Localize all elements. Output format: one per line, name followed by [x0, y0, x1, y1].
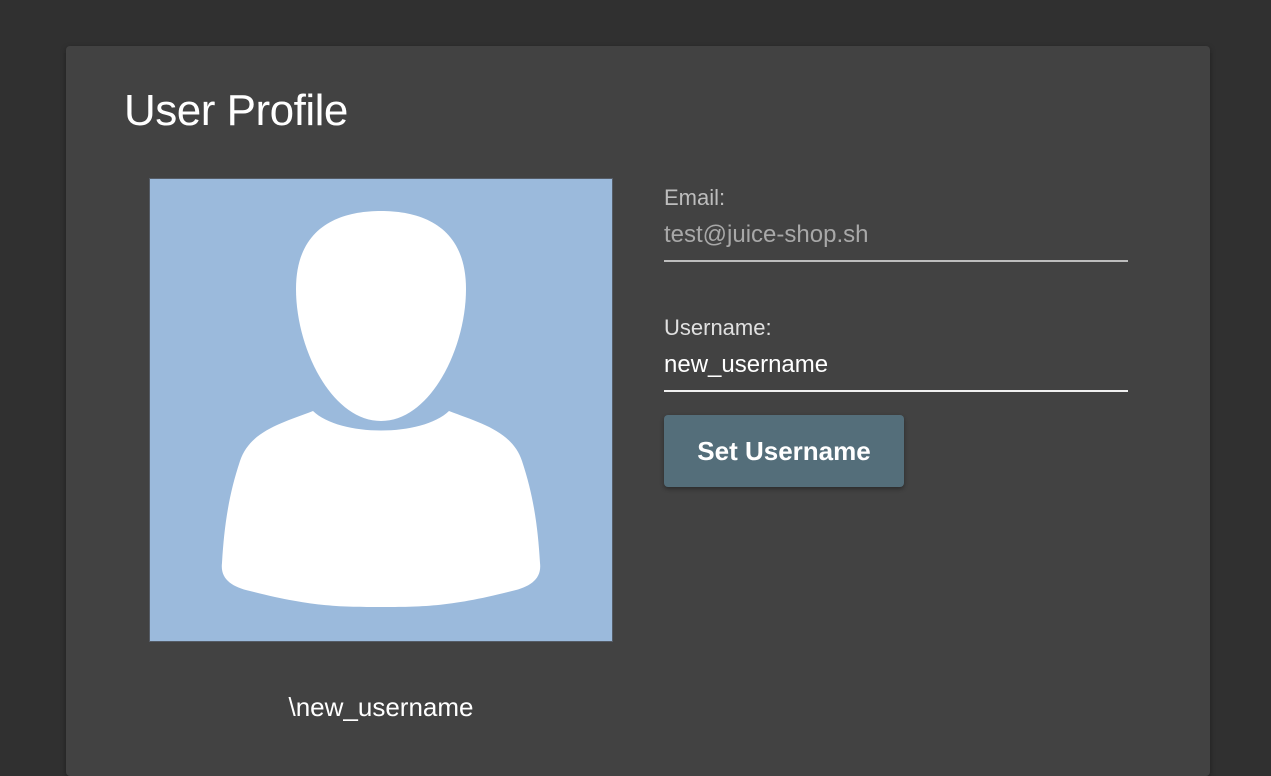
username-input[interactable] — [664, 349, 1128, 392]
avatar — [150, 179, 612, 641]
set-username-button[interactable]: Set Username — [664, 415, 904, 487]
default-user-silhouette-icon — [221, 211, 541, 607]
username-label: Username: — [664, 315, 772, 340]
email-input — [664, 219, 1128, 262]
user-profile-card: User Profile \new_username Email: Userna… — [66, 46, 1210, 776]
page-title: User Profile — [124, 86, 348, 135]
email-field: Email: — [664, 185, 1128, 262]
username-field: Username: — [664, 315, 1128, 392]
email-label: Email: — [664, 185, 726, 210]
avatar-username-caption: \new_username — [288, 692, 474, 722]
